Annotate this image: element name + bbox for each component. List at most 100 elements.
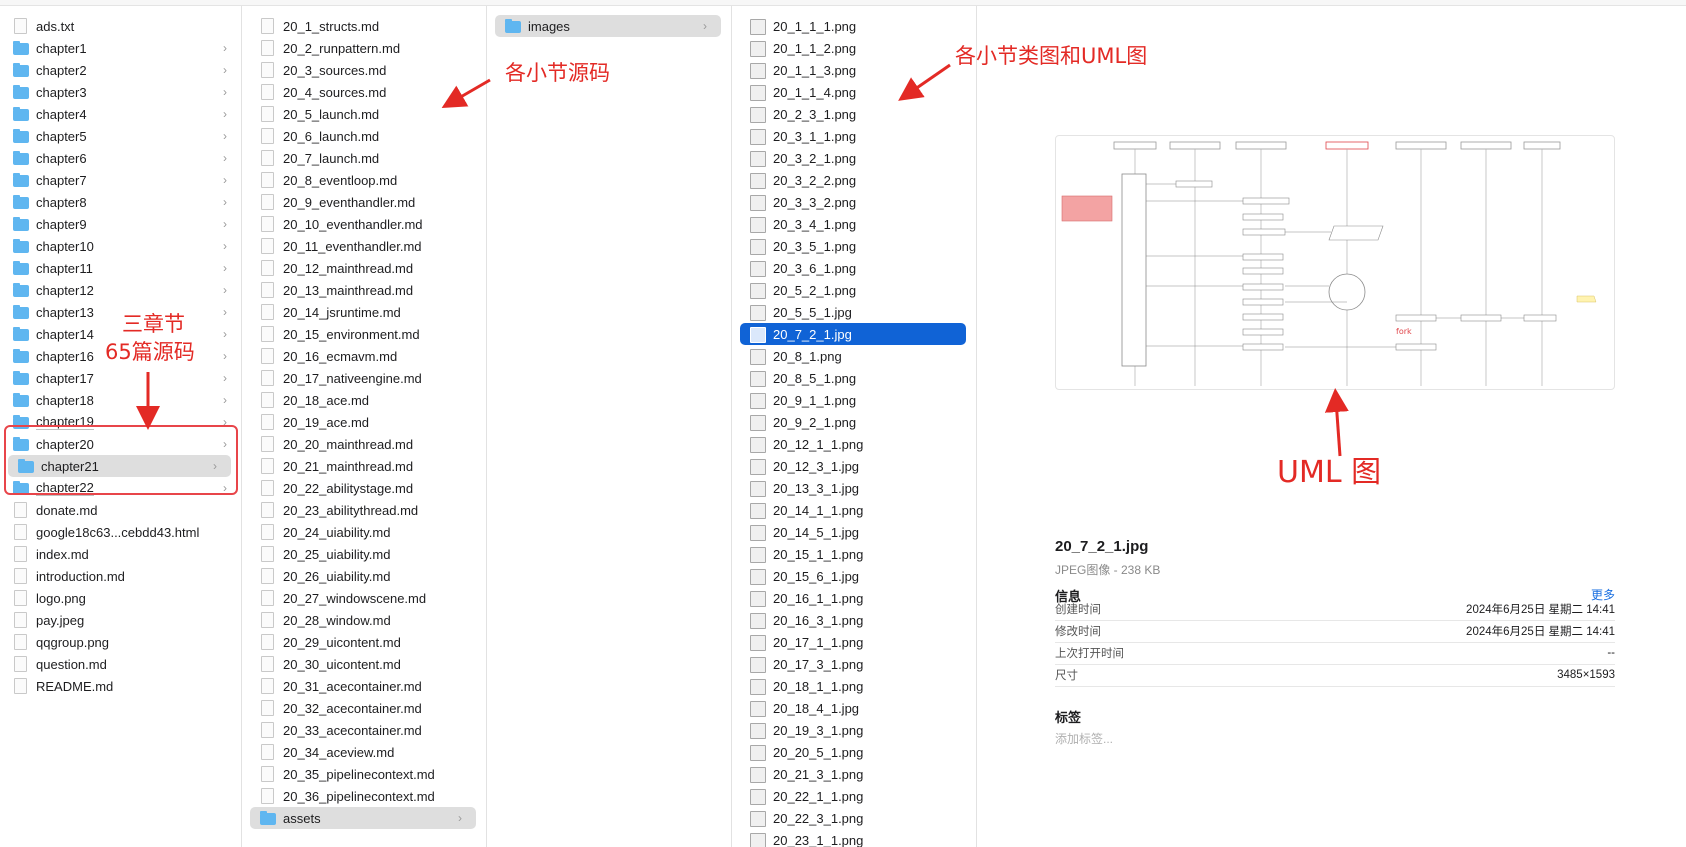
file-item-20-13-3-1-jpg[interactable]: 20_13_3_1.jpg — [732, 477, 976, 499]
file-item-introduction-md[interactable]: introduction.md — [0, 565, 241, 587]
file-item-20-12-mainthread-md[interactable]: 20_12_mainthread.md — [242, 257, 486, 279]
folder-item-chapter8[interactable]: chapter8 › — [0, 191, 241, 213]
file-item-20-14-jsruntime-md[interactable]: 20_14_jsruntime.md — [242, 301, 486, 323]
file-item-20-1-1-3-png[interactable]: 20_1_1_3.png — [732, 59, 976, 81]
file-item-20-3-sources-md[interactable]: 20_3_sources.md — [242, 59, 486, 81]
file-item-20-4-sources-md[interactable]: 20_4_sources.md — [242, 81, 486, 103]
file-item-20-12-1-1-png[interactable]: 20_12_1_1.png — [732, 433, 976, 455]
file-item-20-7-launch-md[interactable]: 20_7_launch.md — [242, 147, 486, 169]
file-item-20-22-abilitystage-md[interactable]: 20_22_abilitystage.md — [242, 477, 486, 499]
file-item-donate-md[interactable]: donate.md — [0, 499, 241, 521]
file-item-20-3-4-1-png[interactable]: 20_3_4_1.png — [732, 213, 976, 235]
folder-item-chapter1[interactable]: chapter1 › — [0, 37, 241, 59]
file-item-20-2-runpattern-md[interactable]: 20_2_runpattern.md — [242, 37, 486, 59]
column-chapter21[interactable]: 20_1_structs.md 20_2_runpattern.md 20_3_so… — [242, 6, 487, 847]
file-item-20-3-5-1-png[interactable]: 20_3_5_1.png — [732, 235, 976, 257]
file-item-20-5-2-1-png[interactable]: 20_5_2_1.png — [732, 279, 976, 301]
file-item-20-15-6-1-jpg[interactable]: 20_15_6_1.jpg — [732, 565, 976, 587]
folder-item-chapter18[interactable]: chapter18 › — [0, 389, 241, 411]
file-item-20-3-2-2-png[interactable]: 20_3_2_2.png — [732, 169, 976, 191]
file-item-20-25-uiability-md[interactable]: 20_25_uiability.md — [242, 543, 486, 565]
file-item-20-3-3-2-png[interactable]: 20_3_3_2.png — [732, 191, 976, 213]
file-item-20-36-pipelinecontext-md[interactable]: 20_36_pipelinecontext.md — [242, 785, 486, 807]
file-item-pay-jpeg[interactable]: pay.jpeg — [0, 609, 241, 631]
file-item-20-29-uicontent-md[interactable]: 20_29_uicontent.md — [242, 631, 486, 653]
file-item-20-1-1-1-png[interactable]: 20_1_1_1.png — [732, 15, 976, 37]
folder-item-chapter21[interactable]: chapter21 › — [8, 455, 231, 477]
file-item-20-15-environment-md[interactable]: 20_15_environment.md — [242, 323, 486, 345]
file-item-20-22-1-1-png[interactable]: 20_22_1_1.png — [732, 785, 976, 807]
file-item-20-10-eventhandler-md[interactable]: 20_10_eventhandler.md — [242, 213, 486, 235]
file-item-20-1-1-2-png[interactable]: 20_1_1_2.png — [732, 37, 976, 59]
folder-item-chapter17[interactable]: chapter17 › — [0, 367, 241, 389]
file-item-20-9-2-1-png[interactable]: 20_9_2_1.png — [732, 411, 976, 433]
folder-item-chapter12[interactable]: chapter12 › — [0, 279, 241, 301]
file-item-question-md[interactable]: question.md — [0, 653, 241, 675]
file-item-20-19-3-1-png[interactable]: 20_19_3_1.png — [732, 719, 976, 741]
file-item-20-2-3-1-png[interactable]: 20_2_3_1.png — [732, 103, 976, 125]
file-item-20-23-1-1-png[interactable]: 20_23_1_1.png — [732, 829, 976, 847]
add-tag-field[interactable]: 添加标签... — [1055, 730, 1113, 747]
folder-item-chapter22[interactable]: chapter22 › — [0, 477, 241, 499]
file-item-20-14-5-1-jpg[interactable]: 20_14_5_1.jpg — [732, 521, 976, 543]
file-item-index-md[interactable]: index.md — [0, 543, 241, 565]
file-item-20-9-1-1-png[interactable]: 20_9_1_1.png — [732, 389, 976, 411]
folder-item-chapter13[interactable]: chapter13 › — [0, 301, 241, 323]
file-item-google18c63-cebdd43-html[interactable]: google18c63...cebdd43.html — [0, 521, 241, 543]
file-item-20-18-ace-md[interactable]: 20_18_ace.md — [242, 389, 486, 411]
folder-item-chapter7[interactable]: chapter7 › — [0, 169, 241, 191]
file-item-20-31-acecontainer-md[interactable]: 20_31_acecontainer.md — [242, 675, 486, 697]
folder-item-chapter10[interactable]: chapter10 › — [0, 235, 241, 257]
file-item-20-24-uiability-md[interactable]: 20_24_uiability.md — [242, 521, 486, 543]
file-item-20-15-1-1-png[interactable]: 20_15_1_1.png — [732, 543, 976, 565]
file-item-ads-txt[interactable]: ads.txt — [0, 15, 241, 37]
file-item-20-14-1-1-png[interactable]: 20_14_1_1.png — [732, 499, 976, 521]
file-item-20-34-aceview-md[interactable]: 20_34_aceview.md — [242, 741, 486, 763]
file-item-20-21-mainthread-md[interactable]: 20_21_mainthread.md — [242, 455, 486, 477]
column-assets[interactable]: images › — [487, 6, 732, 847]
folder-item-chapter6[interactable]: chapter6 › — [0, 147, 241, 169]
folder-item-chapter3[interactable]: chapter3 › — [0, 81, 241, 103]
folder-item-chapter20[interactable]: chapter20 › — [0, 433, 241, 455]
file-item-20-17-nativeengine-md[interactable]: 20_17_nativeengine.md — [242, 367, 486, 389]
column-images[interactable]: 20_1_1_1.png 20_1_1_2.png 20_1_1_3.png 20_1… — [732, 6, 977, 847]
folder-item-assets[interactable]: assets › — [250, 807, 476, 829]
folder-item-chapter4[interactable]: chapter4 › — [0, 103, 241, 125]
file-item-20-9-eventhandler-md[interactable]: 20_9_eventhandler.md — [242, 191, 486, 213]
file-item-20-20-mainthread-md[interactable]: 20_20_mainthread.md — [242, 433, 486, 455]
folder-item-chapter19[interactable]: chapter19 › — [0, 411, 241, 433]
file-item-20-32-acecontainer-md[interactable]: 20_32_acecontainer.md — [242, 697, 486, 719]
folder-item-images[interactable]: images › — [495, 15, 721, 37]
file-item-20-1-structs-md[interactable]: 20_1_structs.md — [242, 15, 486, 37]
file-item-20-16-1-1-png[interactable]: 20_16_1_1.png — [732, 587, 976, 609]
file-item-20-26-uiability-md[interactable]: 20_26_uiability.md — [242, 565, 486, 587]
file-item-20-11-eventhandler-md[interactable]: 20_11_eventhandler.md — [242, 235, 486, 257]
file-item-20-3-1-1-png[interactable]: 20_3_1_1.png — [732, 125, 976, 147]
column-root[interactable]: ads.txt chapter1 › chapter2 › chapter3 › chapte… — [0, 6, 242, 847]
file-item-20-16-3-1-png[interactable]: 20_16_3_1.png — [732, 609, 976, 631]
file-item-qqgroup-png[interactable]: qqgroup.png — [0, 631, 241, 653]
file-item-20-8-5-1-png[interactable]: 20_8_5_1.png — [732, 367, 976, 389]
file-item-20-23-abilitythread-md[interactable]: 20_23_abilitythread.md — [242, 499, 486, 521]
file-item-20-3-6-1-png[interactable]: 20_3_6_1.png — [732, 257, 976, 279]
file-item-20-17-3-1-png[interactable]: 20_17_3_1.png — [732, 653, 976, 675]
file-item-20-21-3-1-png[interactable]: 20_21_3_1.png — [732, 763, 976, 785]
image-thumbnail[interactable]: fork — [1055, 135, 1615, 390]
file-item-20-18-1-1-png[interactable]: 20_18_1_1.png — [732, 675, 976, 697]
file-item-20-16-ecmavm-md[interactable]: 20_16_ecmavm.md — [242, 345, 486, 367]
file-item-20-22-3-1-png[interactable]: 20_22_3_1.png — [732, 807, 976, 829]
file-item-20-12-3-1-jpg[interactable]: 20_12_3_1.jpg — [732, 455, 976, 477]
file-item-logo-png[interactable]: logo.png — [0, 587, 241, 609]
folder-item-chapter9[interactable]: chapter9 › — [0, 213, 241, 235]
file-item-20-8-eventloop-md[interactable]: 20_8_eventloop.md — [242, 169, 486, 191]
file-item-20-28-window-md[interactable]: 20_28_window.md — [242, 609, 486, 631]
folder-item-chapter5[interactable]: chapter5 › — [0, 125, 241, 147]
file-item-20-8-1-png[interactable]: 20_8_1.png — [732, 345, 976, 367]
file-item-20-3-2-1-png[interactable]: 20_3_2_1.png — [732, 147, 976, 169]
file-item-20-7-2-1-jpg[interactable]: 20_7_2_1.jpg — [740, 323, 966, 345]
file-item-readme-md[interactable]: README.md — [0, 675, 241, 697]
folder-item-chapter11[interactable]: chapter11 › — [0, 257, 241, 279]
file-item-20-18-4-1-jpg[interactable]: 20_18_4_1.jpg — [732, 697, 976, 719]
file-item-20-5-launch-md[interactable]: 20_5_launch.md — [242, 103, 486, 125]
file-item-20-1-1-4-png[interactable]: 20_1_1_4.png — [732, 81, 976, 103]
